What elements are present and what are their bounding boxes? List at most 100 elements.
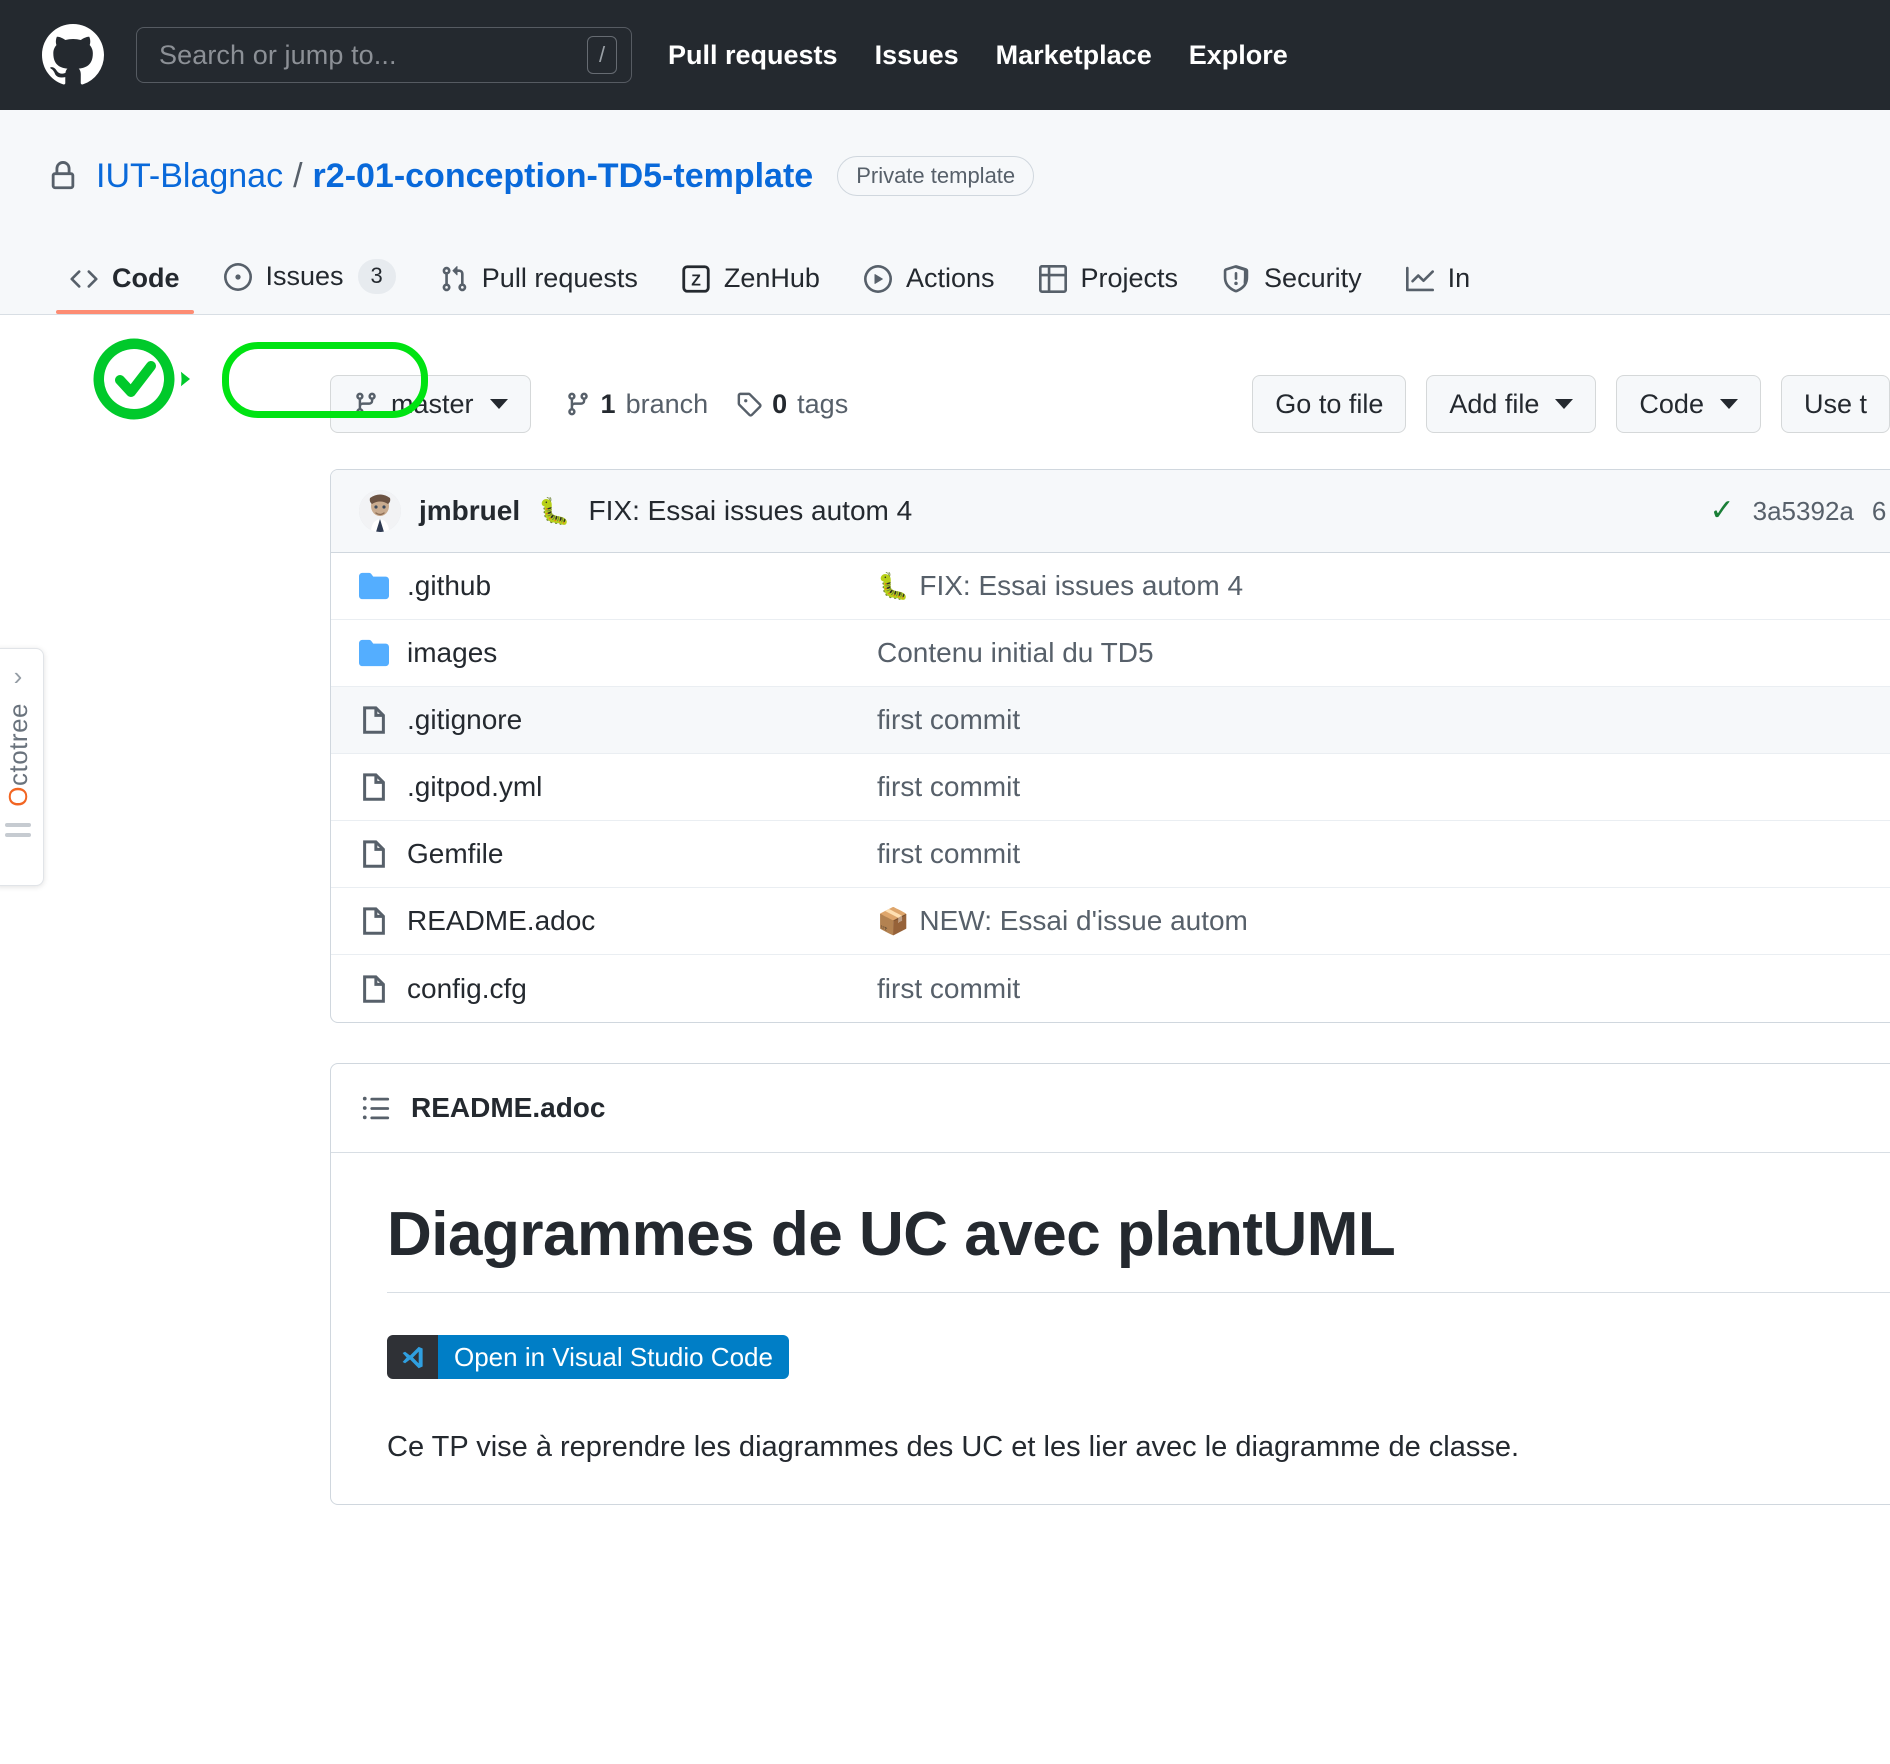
file-commit: 📦 NEW: Essai d'issue autom [877,905,1248,937]
tab-issues-count: 3 [357,259,396,294]
file-name[interactable]: .gitpod.yml [407,771,877,803]
file-commit: first commit [877,771,1020,803]
file-commit-message[interactable]: FIX: Essai issues autom 4 [919,570,1243,602]
nav-explore[interactable]: Explore [1189,40,1288,71]
commit-sha[interactable]: 3a5392a [1753,496,1854,527]
commit-time: 6 mi [1871,495,1890,526]
branch-count-value: 1 [600,388,616,419]
readme-paragraph: Ce TP vise à reprendre les diagrammes de… [387,1431,1520,1463]
table-row[interactable]: config.cfg first commit [331,955,1890,1022]
commit-author[interactable]: jmbruel [419,495,520,527]
open-in-vscode-badge[interactable]: Open in Visual Studio Code [387,1335,789,1379]
search-shortcut-badge: / [587,36,617,74]
drag-handle-icon[interactable] [5,822,31,843]
file-icon [359,705,395,735]
tab-projects[interactable]: Projects [1017,253,1201,314]
git-branch-icon [567,392,588,416]
repo-name-link[interactable]: r2-01-conception-TD5-template [313,157,814,196]
tab-issues[interactable]: Issues 3 [202,249,418,314]
nav-pull-requests[interactable]: Pull requests [668,40,838,71]
repo-tab-bar: Code Issues 3 Pull requests Z ZenHub Act… [0,242,1890,314]
branch-count[interactable]: 1 branch [565,388,708,420]
file-commit-message[interactable]: first commit [877,704,1020,736]
issue-opened-icon [223,262,252,291]
file-name[interactable]: images [407,637,877,669]
file-commit-message[interactable]: Contenu initial du TD5 [877,637,1154,669]
search-placeholder: Search or jump to... [159,39,397,70]
nav-issues[interactable]: Issues [875,40,959,71]
file-icon [359,839,395,869]
octotree-sidebar-handle[interactable]: › Octotree [0,648,44,886]
file-icon [359,772,395,802]
repository-content: master 1 branch 0 tags Go to file Add fi… [0,315,1890,1505]
nav-marketplace[interactable]: Marketplace [996,40,1152,71]
file-name[interactable]: .github [407,570,877,602]
file-name[interactable]: README.adoc [407,905,877,937]
bug-emoji: 🐛 [877,570,910,601]
folder-icon [359,638,395,668]
readme-panel: README.adoc Diagrammes de UC avec plantU… [330,1063,1890,1505]
tab-insights[interactable]: In [1384,253,1493,314]
tab-pull-requests-label: Pull requests [481,263,638,293]
svg-text:Z: Z [691,272,701,289]
tag-count[interactable]: 0 tags [736,389,848,420]
file-name[interactable]: Gemfile [407,838,877,870]
go-to-file-button[interactable]: Go to file [1252,375,1407,433]
package-emoji: 📦 [877,905,910,936]
go-to-file-label: Go to file [1275,388,1384,419]
git-pull-request-icon [442,265,467,291]
readme-body: Diagrammes de UC avec plantUML Open in V… [331,1153,1890,1504]
page-title: Diagrammes de UC avec plantUML [387,1199,1890,1293]
tab-actions[interactable]: Actions [842,253,1017,314]
folder-icon [359,571,395,601]
chevron-down-icon [1719,399,1738,409]
branch-selector-button[interactable]: master [330,375,531,433]
latest-commit-bar: jmbruel 🐛 FIX: Essai issues autom 4 ✓ 3a… [331,470,1890,553]
search-input[interactable]: Search or jump to... / [136,27,632,83]
commit-message[interactable]: FIX: Essai issues autom 4 [589,495,913,527]
tab-zenhub[interactable]: Z ZenHub [660,253,842,314]
table-row[interactable]: images Contenu initial du TD5 [331,620,1890,687]
file-commit-message[interactable]: NEW: Essai d'issue autom [919,905,1248,937]
chevron-down-icon [489,399,508,409]
git-branch-icon [356,392,376,416]
toolbar-actions: Go to file Add file Code Use t [1252,375,1890,433]
readme-header: README.adoc [331,1064,1890,1153]
file-commit-message[interactable]: first commit [877,973,1020,1005]
table-row[interactable]: .gitignore first commit [331,687,1890,754]
tab-insights-label: In [1447,263,1471,293]
repo-owner-link[interactable]: IUT-Blagnac [96,157,283,196]
tab-actions-label: Actions [905,263,995,293]
vscode-icon [387,1335,438,1379]
tab-code-label: Code [112,263,180,293]
use-template-button[interactable]: Use t [1780,375,1890,433]
visibility-badge: Private template [837,156,1035,196]
code-button[interactable]: Code [1616,375,1761,433]
tab-issues-label: Issues [265,261,344,292]
table-row[interactable]: README.adoc 📦 NEW: Essai d'issue autom [331,888,1890,955]
readme-filename[interactable]: README.adoc [411,1092,605,1124]
add-file-button[interactable]: Add file [1426,375,1597,433]
tab-zenhub-label: ZenHub [723,263,820,293]
file-commit-message[interactable]: first commit [877,771,1020,803]
file-toolbar: master 1 branch 0 tags Go to file Add fi… [330,375,1890,433]
zenhub-icon: Z [682,264,710,293]
tab-pull-requests[interactable]: Pull requests [418,253,660,314]
file-name[interactable]: config.cfg [407,973,877,1005]
github-mark-icon[interactable] [42,24,104,86]
tab-code[interactable]: Code [48,253,202,314]
avatar[interactable] [359,490,401,532]
tag-icon [737,392,762,417]
table-row[interactable]: .github 🐛 FIX: Essai issues autom 4 [331,553,1890,620]
chevron-right-icon[interactable]: › [14,663,23,689]
tab-security[interactable]: Security [1200,253,1384,314]
code-icon [70,269,98,288]
check-icon[interactable]: ✓ [1710,496,1735,526]
file-commit-message[interactable]: first commit [877,838,1020,870]
lock-icon [48,159,78,193]
file-name[interactable]: .gitignore [407,704,877,736]
table-row[interactable]: .gitpod.yml first commit [331,754,1890,821]
tag-count-value: 0 [772,388,788,419]
add-file-label: Add file [1449,388,1540,419]
table-row[interactable]: Gemfile first commit [331,821,1890,888]
